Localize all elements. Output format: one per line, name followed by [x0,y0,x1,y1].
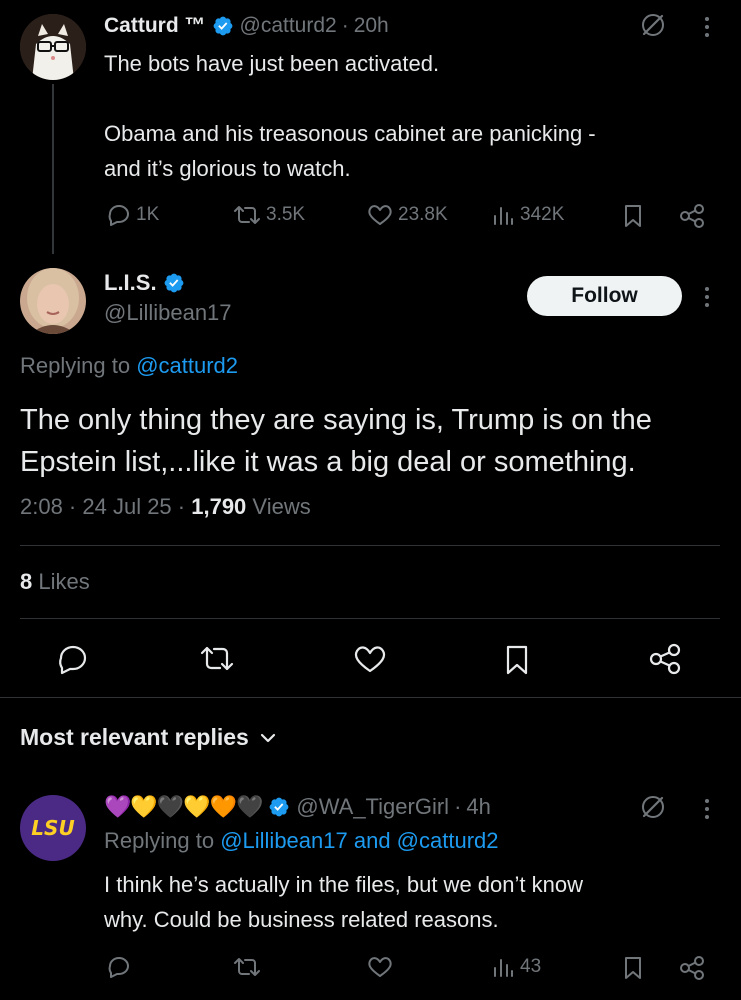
main-repost-button[interactable] [198,643,236,675]
verified-icon [212,15,234,37]
reply-grok-icon[interactable] [640,794,666,820]
parent-display-name[interactable]: Catturd ™ [104,14,206,38]
main-views-count: 1,790 [191,494,247,519]
main-views-label: Views [252,494,311,519]
parent-views-action[interactable]: 342K [492,203,564,227]
replying-to-link[interactable]: @catturd2 [136,353,238,378]
verified-icon [268,796,290,818]
parent-text-line1: The bots have just been activated. [104,51,440,76]
share-icon [649,643,681,675]
reply-views-count: 43 [520,956,542,977]
reply-repost-action[interactable] [232,955,262,979]
parent-like-count: 23.8K [398,204,448,225]
main-timestamp[interactable]: 2:08 · 24 Jul 25 · [20,494,185,519]
replies-sort-dropdown[interactable]: Most relevant replies [20,724,277,751]
parent-header: Catturd ™ @catturd2 · 20h [104,12,389,40]
reply-time[interactable]: 4h [466,794,490,820]
reply-share-icon[interactable] [678,955,706,981]
parent-text-line2: Obama and his treasonous cabinet are pan… [104,121,596,146]
reply-text-line1: I think he’s actually in the files, but … [104,872,583,897]
parent-like-action[interactable]: 23.8K [366,203,448,227]
reply-header: 💜💛🖤💛🧡🖤 @WA_TigerGirl · 4h [104,790,491,824]
parent-views-count: 342K [520,204,565,225]
dot-separator: · [341,14,349,37]
reply-icon [59,645,87,675]
parent-handle[interactable]: @catturd2 [240,14,337,38]
parent-repost-action[interactable]: 3.5K [232,203,305,227]
main-text-line1: The only thing they are saying is, Trump… [20,404,652,436]
main-handle[interactable]: @Lillibean17 [104,300,232,326]
reply-text-line2: why. Could be business related reasons. [104,907,499,932]
main-header: L.I.S. @Lillibean17 [104,268,232,326]
reply-like-action[interactable] [366,955,394,979]
grok-icon[interactable] [640,12,666,38]
reply-reply-action[interactable] [106,955,132,979]
main-text: The only thing they are saying is, Trump… [20,399,730,483]
divider [20,545,720,546]
main-likes-label: Likes [38,569,90,594]
reply-icon [108,205,129,226]
parent-text-line3: and it’s glorious to watch. [104,156,351,181]
more-icon[interactable] [700,14,714,40]
replying-prefix: Replying to [20,353,131,378]
bookmark-icon [506,645,528,675]
repost-icon [234,958,260,976]
main-like-button[interactable] [352,643,388,675]
parent-reply-count: 1K [136,204,160,225]
views-icon [494,959,513,977]
like-icon [368,205,392,225]
divider [20,618,720,619]
reply-text: I think he’s actually in the files, but … [104,867,724,937]
verified-icon [163,272,185,294]
parent-time[interactable]: 20h [354,14,389,38]
reply-display-name[interactable]: 💜💛🖤💛🧡🖤 [104,794,263,820]
main-meta: 2:08 · 24 Jul 25 · 1,790 Views [20,494,311,520]
parent-reply-action[interactable]: 1K [106,203,159,227]
main-bookmark-button[interactable] [503,643,531,677]
reply-avatar-logo: LSU [31,816,75,840]
like-icon [368,957,392,977]
views-icon [494,207,513,225]
main-more-icon[interactable] [700,284,714,310]
reply-avatar[interactable]: LSU [20,795,86,861]
reply-views-action[interactable]: 43 [492,955,541,979]
replies-sort-label: Most relevant replies [20,724,249,750]
main-likes[interactable]: 8 Likes [20,569,90,595]
main-replying-to: Replying to @catturd2 [20,353,238,379]
reply-icon [108,957,129,978]
reply-handle[interactable]: @WA_TigerGirl [296,794,449,820]
dot-separator: · [454,794,462,819]
follow-button[interactable]: Follow [527,276,682,316]
parent-repost-count: 3.5K [266,204,306,225]
thread-connector-line [52,84,54,254]
main-text-line2: Epstein list,...like it was a big deal o… [20,446,636,478]
repost-icon [234,206,260,224]
section-divider [0,697,741,698]
like-icon [354,646,386,673]
main-avatar[interactable] [20,268,86,334]
repost-icon [200,646,234,671]
reply-more-icon[interactable] [700,796,714,822]
parent-text: The bots have just been activated. Obama… [104,46,724,186]
main-reply-button[interactable] [56,643,90,675]
replying-prefix: Replying to [104,828,215,853]
share-icon[interactable] [678,203,706,229]
chevron-down-icon [260,733,275,742]
replying-to-link[interactable]: @Lillibean17 and @catturd2 [220,828,498,853]
main-display-name[interactable]: L.I.S. [104,270,157,296]
parent-avatar[interactable] [20,14,86,80]
reply-replying-to: Replying to @Lillibean17 and @catturd2 [104,828,499,854]
reply-bookmark-icon[interactable] [622,955,644,981]
bookmark-icon[interactable] [622,203,644,229]
main-likes-count: 8 [20,569,33,594]
main-share-button[interactable] [648,643,682,675]
